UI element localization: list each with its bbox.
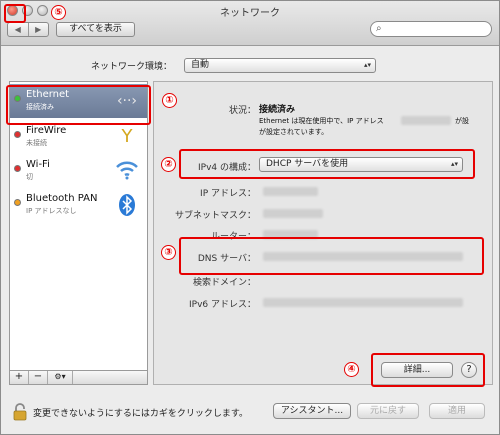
location-select[interactable]: 自動 ▴▾ [184,58,376,73]
annotation-number-4: ④ [344,362,359,377]
show-all-button[interactable]: すべてを表示 [56,22,135,37]
wifi-icon [115,159,139,183]
ip-address-value [263,187,318,196]
window-title: ネットワーク [220,8,280,19]
highlight-box-4 [371,353,485,387]
back-button[interactable]: ◀ [8,23,29,36]
service-name: FireWire [26,125,67,136]
highlight-box-5 [4,4,26,23]
service-list-toolbar: + − ⚙▾ [9,371,148,385]
annotation-number-2: ② [161,157,176,172]
highlight-box-3 [179,237,484,275]
search-input[interactable] [389,23,487,35]
ipv6-address-value [263,298,463,307]
revert-button[interactable]: 元に戻す [357,403,419,419]
status-label: 状況： [228,106,256,116]
apply-button[interactable]: 適用 [429,403,485,419]
location-value: 自動 [191,60,210,70]
titlebar: ネットワーク ◀ ▶ すべてを表示 ⌕ [1,1,499,46]
service-status: IP アドレスなし [26,207,77,215]
status-description: Ethernet は現在使用中で、IP アドレス [259,117,384,125]
updown-arrows-icon: ▴▾ [363,61,371,69]
service-name: Wi-Fi [26,159,50,170]
firewire-icon: Y [121,126,133,147]
network-preferences-window: ネットワーク ◀ ▶ すべてを表示 ⌕ ネットワーク環境： 自動 ▴▾ Ethe… [0,0,500,435]
status-dot-icon [14,131,21,138]
subnet-mask-value [263,209,323,218]
status-dot-icon [14,165,21,172]
service-item-wifi[interactable]: Wi-Fi 切 [10,154,147,188]
service-status: 未接続 [26,139,47,147]
annotation-number-1: ① [162,93,177,108]
back-forward-control[interactable]: ◀ ▶ [7,22,49,37]
search-field[interactable]: ⌕ [370,21,492,37]
add-service-button[interactable]: + [10,371,29,384]
ipv6-address-label: IPv6 アドレス： [189,300,256,310]
gear-icon[interactable]: ⚙▾ [48,371,73,384]
subnet-mask-label: サブネットマスク： [174,211,256,221]
status-value: 接続済み [259,105,296,115]
bluetooth-icon [115,193,139,217]
assistant-button[interactable]: アシスタント... [273,403,351,419]
status-description-end: が設定されています。 [259,128,329,136]
redacted-ip [401,116,451,125]
status-description-end-1: が設 [455,117,469,125]
forward-button[interactable]: ▶ [29,23,49,36]
remove-service-button[interactable]: − [29,371,48,384]
annotation-number-3: ③ [161,245,176,260]
service-name: Bluetooth PAN [26,193,98,204]
highlight-box-2 [179,149,475,179]
service-item-bluetooth-pan[interactable]: Bluetooth PAN IP アドレスなし [10,188,147,222]
highlight-box-1 [6,85,151,125]
lock-instruction: 変更できないようにするにはカギをクリックします。 [33,409,249,419]
search-domain-label: 検索ドメイン： [192,278,256,288]
ip-address-label: IP アドレス： [200,189,256,199]
location-label: ネットワーク環境： [91,62,173,72]
service-status: 切 [26,173,33,181]
annotation-number-5: ⑤ [51,5,66,20]
zoom-button[interactable] [37,5,48,16]
service-item-firewire[interactable]: FireWire 未接続 Y [10,120,147,154]
lock-icon[interactable] [13,403,27,421]
status-dot-icon [14,199,21,206]
search-icon: ⌕ [376,23,382,34]
